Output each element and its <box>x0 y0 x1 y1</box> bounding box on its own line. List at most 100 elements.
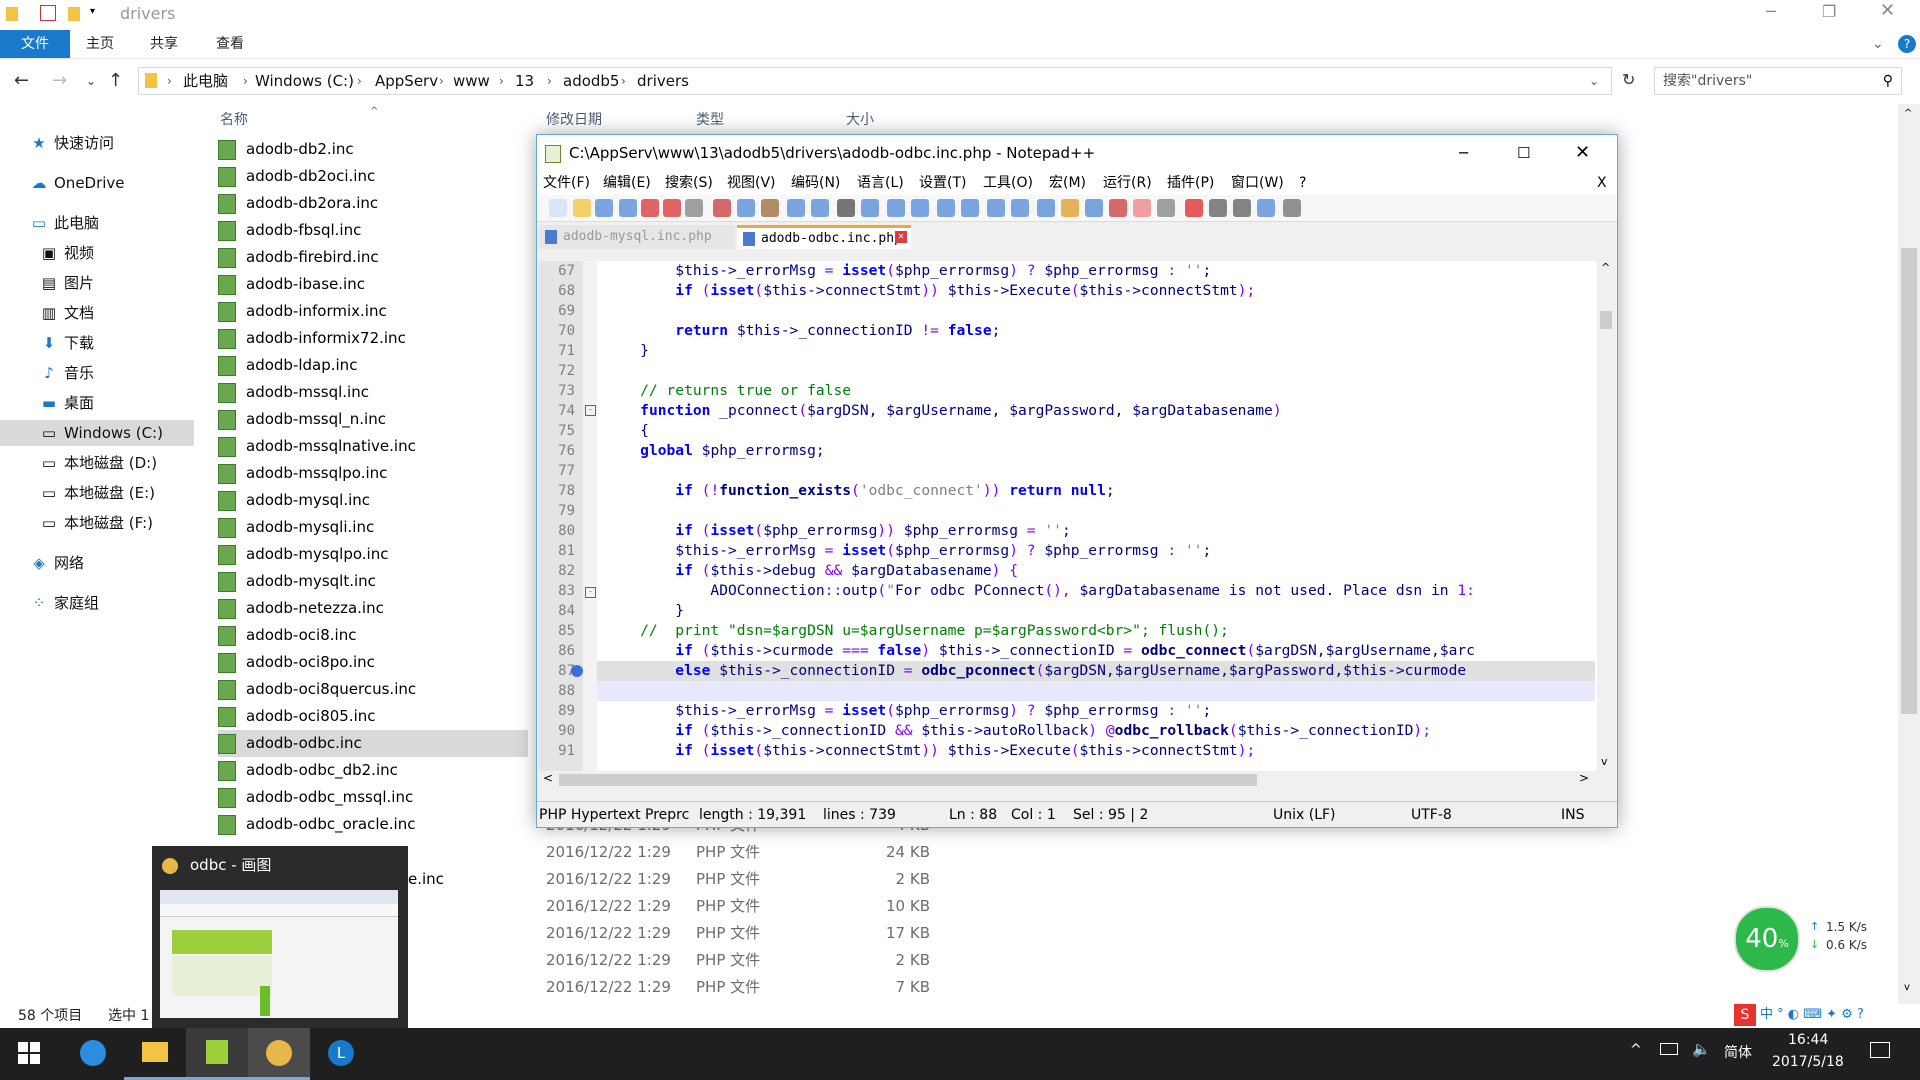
file-row[interactable]: adodb-db2.inc <box>218 136 538 163</box>
find-icon[interactable] <box>837 199 855 217</box>
menu-language[interactable]: 语言(L) <box>857 171 904 195</box>
monitor-icon[interactable] <box>1157 199 1175 217</box>
print-icon[interactable] <box>685 199 703 217</box>
minimize-icon[interactable]: ─ <box>1459 135 1468 171</box>
nav-drive-d[interactable]: ▭ 本地磁盘 (D:) <box>40 450 157 476</box>
file-row[interactable]: adodb-odbc.inc <box>218 730 528 757</box>
fold-minus-icon[interactable]: - <box>585 405 596 416</box>
nav-music[interactable]: ♪ 音乐 <box>40 360 94 386</box>
close-icon[interactable] <box>641 199 659 217</box>
tray-expand-icon[interactable]: ^ <box>1630 1042 1642 1058</box>
status-eol[interactable]: Unix (LF) <box>1273 802 1336 827</box>
editor-horizontal-scrollbar[interactable]: < > <box>539 771 1615 789</box>
file-row[interactable]: adodb-netezza.inc <box>218 595 538 622</box>
nav-this-pc[interactable]: ▭ 此电脑 <box>30 210 99 236</box>
record-macro-icon[interactable] <box>1185 199 1203 217</box>
close-all-icon[interactable] <box>663 199 681 217</box>
crumb-drive-c[interactable]: Windows (C:) <box>255 68 354 94</box>
file-row[interactable]: adodb-db2oci.inc <box>218 163 538 190</box>
file-row[interactable]: adodb-fbsql.inc <box>218 217 538 244</box>
scrollbar-thumb[interactable] <box>1600 311 1612 329</box>
back-icon[interactable]: ← <box>14 70 29 91</box>
file-row[interactable]: adodb-odbc_oracle.inc <box>218 811 538 838</box>
crumb-adodb5[interactable]: adodb5 <box>563 68 619 94</box>
file-row[interactable]: adodb-ibase.inc <box>218 271 538 298</box>
tab-home[interactable]: 主页 <box>72 30 128 58</box>
crumb-this-pc[interactable]: 此电脑 <box>183 68 228 94</box>
paste-icon[interactable] <box>761 199 779 217</box>
zoom-in-icon[interactable] <box>887 199 905 217</box>
nav-documents[interactable]: ▥ 文档 <box>40 300 94 326</box>
tab-adodb-odbc[interactable]: adodb-odbc.inc.php ✕ <box>737 225 911 249</box>
close-icon[interactable]: ✕ <box>1880 0 1895 21</box>
forward-icon[interactable]: → <box>52 70 67 91</box>
menu-settings[interactable]: 设置(T) <box>919 171 966 195</box>
nav-videos[interactable]: ▣ 视频 <box>40 240 94 266</box>
file-row[interactable]: adodb-odbc_mssql.inc <box>218 784 538 811</box>
scroll-up-icon[interactable]: ^ <box>1601 261 1610 274</box>
scrollbar-thumb[interactable] <box>559 774 1257 786</box>
file-row[interactable]: adodb-mysqli.inc <box>218 514 538 541</box>
copy-icon[interactable] <box>737 199 755 217</box>
menu-file[interactable]: 文件(F) <box>543 171 590 195</box>
chevron-right-icon[interactable]: › <box>167 68 172 94</box>
play-macro-icon[interactable] <box>1233 199 1251 217</box>
chevron-right-icon[interactable]: › <box>621 68 626 94</box>
file-row[interactable]: adodb-oci8po.inc <box>218 649 538 676</box>
address-dropdown-icon[interactable]: ⌄ <box>1589 68 1599 94</box>
cut-icon[interactable] <box>713 199 731 217</box>
column-size[interactable]: 大小 <box>846 108 874 132</box>
scroll-down-icon[interactable]: v <box>1904 982 1910 993</box>
new-file-icon[interactable] <box>549 199 567 217</box>
scrollbar-thumb[interactable] <box>1901 248 1917 714</box>
chevron-right-icon[interactable]: › <box>499 68 504 94</box>
editor-vertical-scrollbar[interactable]: ^ v <box>1597 261 1615 771</box>
fold-minus-icon[interactable]: - <box>585 587 596 598</box>
undo-icon[interactable] <box>787 199 805 217</box>
sync-v-icon[interactable] <box>937 199 955 217</box>
ribbon-expand-icon[interactable]: ⌄ <box>1872 36 1884 52</box>
restore-icon[interactable]: ❐ <box>1822 2 1836 21</box>
nav-homegroup[interactable]: ⁘ 家庭组 <box>30 590 99 616</box>
file-row[interactable]: adodb-oci8quercus.inc <box>218 676 538 703</box>
sync-h-icon[interactable] <box>961 199 979 217</box>
file-row[interactable]: adodb-mysqlt.inc <box>218 568 538 595</box>
function-list-icon[interactable] <box>1109 199 1127 217</box>
clock-date[interactable]: 2017/5/18 <box>1772 1054 1844 1070</box>
chevron-right-icon[interactable]: › <box>439 68 444 94</box>
taskbar-explorer[interactable] <box>124 1028 186 1080</box>
zoom-out-icon[interactable] <box>911 199 929 217</box>
all-chars-icon[interactable] <box>1011 199 1029 217</box>
menu-macro[interactable]: 宏(M) <box>1049 171 1086 195</box>
crumb-drivers[interactable]: drivers <box>637 68 689 94</box>
close-document-button[interactable]: X <box>1597 171 1607 195</box>
status-encoding[interactable]: UTF-8 <box>1411 802 1452 827</box>
tab-adodb-mysql[interactable]: adodb-mysql.inc.php <box>539 225 735 249</box>
open-file-icon[interactable] <box>573 199 591 217</box>
nav-downloads[interactable]: ⬇ 下载 <box>40 330 94 356</box>
nav-network[interactable]: ◈ 网络 <box>30 550 84 576</box>
crumb-appserv[interactable]: AppServ <box>375 68 438 94</box>
indent-guide-icon[interactable] <box>1037 199 1055 217</box>
run-macro-icon[interactable] <box>1257 199 1275 217</box>
nav-pictures[interactable]: ▤ 图片 <box>40 270 94 296</box>
file-row[interactable]: adodb-mssqlnative.inc <box>218 433 538 460</box>
file-row[interactable]: adodb-mysqlpo.inc <box>218 541 538 568</box>
menu-run[interactable]: 运行(R) <box>1103 171 1152 195</box>
file-row[interactable]: adodb-oci805.inc <box>218 703 538 730</box>
file-row[interactable]: adodb-odbc_db2.inc <box>218 757 538 784</box>
file-row[interactable]: adodb-mssql.inc <box>218 379 538 406</box>
file-row[interactable]: adodb-db2ora.inc <box>218 190 538 217</box>
search-input[interactable]: 搜索"drivers" ⚲ <box>1654 67 1902 95</box>
column-type[interactable]: 类型 <box>696 108 724 132</box>
menu-edit[interactable]: 编辑(E) <box>603 171 651 195</box>
taskbar-ie[interactable] <box>62 1028 124 1080</box>
help-icon[interactable]: ? <box>1898 35 1916 53</box>
file-row[interactable]: adodb-mssqlpo.inc <box>218 460 538 487</box>
taskbar-app-l[interactable]: L <box>310 1028 372 1080</box>
file-row[interactable]: adodb-informix72.inc <box>218 325 538 352</box>
tab-close-icon[interactable]: ✕ <box>895 231 907 243</box>
menu-encoding[interactable]: 编码(N) <box>791 171 840 195</box>
notification-icon[interactable] <box>1870 1042 1890 1058</box>
taskbar-notepadpp[interactable] <box>186 1028 248 1080</box>
